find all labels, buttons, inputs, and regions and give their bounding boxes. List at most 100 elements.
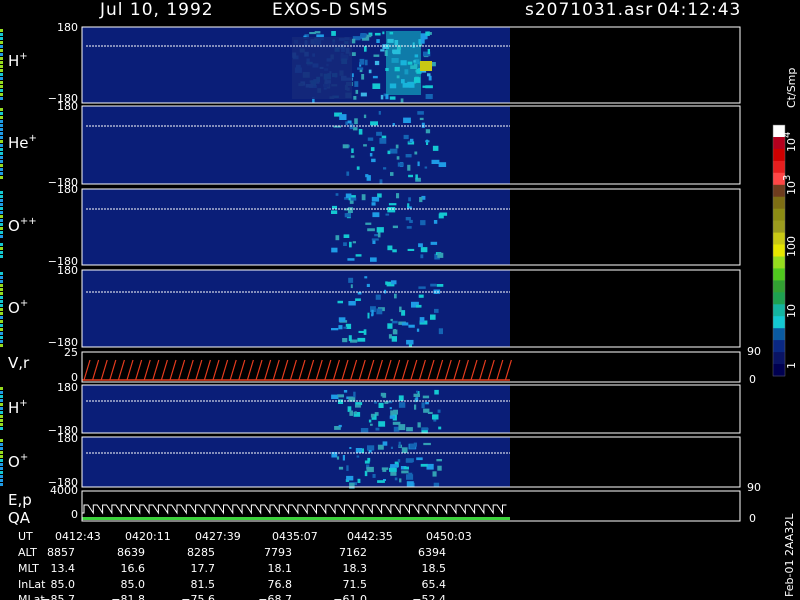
panel-empty-region [510, 491, 740, 521]
data-cell [377, 232, 381, 238]
data-cell [0, 108, 3, 111]
data-cell [0, 235, 3, 238]
data-cell [0, 467, 3, 470]
orbit-cell: 85.0 [121, 578, 146, 591]
data-cell [434, 389, 439, 395]
data-cell [0, 33, 3, 36]
data-cell [436, 459, 442, 462]
data-cell [353, 127, 358, 131]
data-cell [406, 474, 414, 480]
colorbar-swatch [773, 268, 785, 281]
data-cell [397, 459, 401, 463]
data-cell [392, 123, 395, 126]
data-cell [352, 241, 356, 244]
panel-6 [0, 436, 741, 489]
orbit-cell: 13.4 [51, 562, 76, 575]
data-cell [355, 448, 362, 453]
data-cell [382, 441, 388, 446]
data-cell [416, 390, 419, 393]
orbit-row-label: InLat [18, 578, 46, 591]
data-cell [401, 310, 406, 316]
data-cell [425, 140, 430, 143]
data-cell [337, 300, 343, 304]
data-cell [0, 73, 3, 76]
data-cell [346, 171, 350, 176]
data-cell [348, 301, 356, 306]
data-cell [394, 477, 398, 481]
panel-background [82, 106, 510, 184]
data-cell [0, 336, 3, 339]
data-cell [432, 414, 439, 420]
data-cell [367, 457, 371, 462]
data-cell [423, 408, 430, 413]
orbit-cell: 7162 [339, 546, 367, 559]
data-cell [353, 391, 356, 398]
data-cell [0, 132, 3, 135]
orbit-cell: −61.0 [333, 593, 367, 600]
data-cell [353, 96, 357, 100]
colorbar-swatch [773, 232, 785, 246]
data-cell [421, 122, 425, 128]
data-cell [0, 199, 3, 202]
data-cell [421, 402, 425, 409]
data-cell [389, 415, 395, 419]
data-cell [378, 421, 386, 427]
data-cell [0, 475, 3, 478]
data-cell [419, 197, 423, 203]
right-tick-label: 0 [749, 512, 756, 525]
data-cell [396, 193, 400, 199]
data-cell [367, 137, 374, 141]
data-cell [0, 140, 3, 143]
data-cell [0, 288, 3, 291]
data-cell [414, 151, 418, 155]
data-cell [438, 162, 447, 167]
data-cell [0, 219, 3, 222]
data-cell [331, 328, 339, 331]
data-cell [0, 324, 3, 327]
data-cell [354, 118, 358, 125]
data-cell [0, 195, 3, 198]
data-cell [430, 283, 437, 287]
data-cell [0, 223, 3, 226]
data-cell [385, 281, 388, 285]
panel-7 [81, 490, 741, 522]
data-cell [418, 286, 426, 289]
data-cell [0, 300, 3, 303]
data-cell [0, 81, 3, 84]
data-cell [345, 121, 348, 126]
colorbar-swatch [773, 364, 785, 377]
data-cell [361, 194, 366, 201]
data-cell [406, 339, 414, 345]
panel-background [82, 437, 510, 487]
data-cell [389, 96, 396, 100]
data-cell [407, 248, 415, 251]
data-cell [355, 89, 359, 94]
data-cell [419, 317, 425, 323]
data-cell [414, 404, 417, 410]
panel-background [82, 491, 510, 521]
data-cell [363, 114, 367, 119]
orbit-cell: 76.8 [268, 578, 293, 591]
data-cell [383, 167, 387, 170]
data-cell [439, 212, 448, 216]
panel-4 [81, 351, 741, 383]
data-cell [331, 210, 338, 214]
data-cell [349, 447, 352, 449]
data-cell [0, 243, 3, 246]
data-cell [403, 117, 411, 123]
tick-label: 25 [64, 346, 78, 359]
data-cell [421, 427, 429, 431]
data-cell [0, 328, 3, 331]
orbit-cell: −85.7 [41, 593, 75, 600]
instrument-label: EXOS-D SMS [272, 0, 388, 20]
data-cell [0, 387, 3, 390]
data-cell [343, 234, 350, 238]
data-cell [389, 467, 397, 472]
data-cell [390, 318, 393, 322]
data-cell [438, 426, 442, 430]
data-cell [399, 306, 402, 313]
data-cell [0, 411, 3, 414]
data-cell [374, 32, 381, 36]
data-cell [372, 212, 380, 218]
data-cell [354, 81, 359, 87]
